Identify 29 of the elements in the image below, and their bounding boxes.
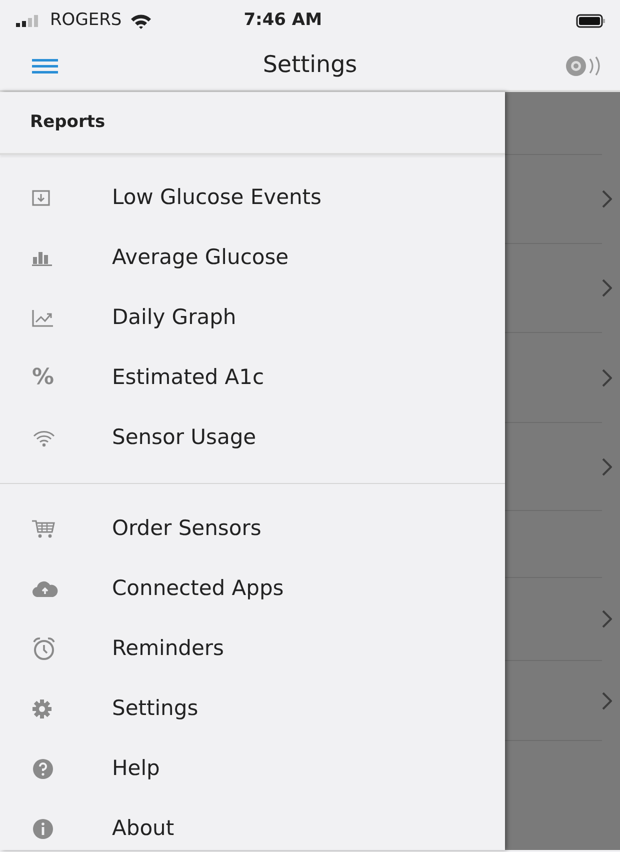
menu-icon[interactable] bbox=[32, 57, 58, 75]
menu-item[interactable]: Average Glucose bbox=[0, 228, 505, 288]
cart-icon bbox=[32, 520, 56, 538]
menu-item[interactable]: Connected Apps bbox=[0, 559, 505, 619]
percent-icon: % bbox=[32, 367, 54, 389]
info-icon bbox=[32, 818, 54, 840]
battery-icon bbox=[576, 14, 606, 28]
settings-icon bbox=[32, 699, 52, 719]
menu-item[interactable]: Order Sensors bbox=[0, 499, 505, 559]
menu-item[interactable]: Sensor Usage bbox=[0, 408, 505, 468]
menu-item[interactable]: About bbox=[0, 799, 505, 852]
menu-item[interactable]: % Estimated A1c bbox=[0, 348, 505, 408]
download-icon bbox=[32, 190, 50, 206]
menu-item[interactable]: Help bbox=[0, 739, 505, 799]
menu-item[interactable]: Low Glucose Events bbox=[0, 168, 505, 228]
help-icon bbox=[32, 758, 54, 780]
menu-item[interactable]: Daily Graph bbox=[0, 288, 505, 348]
menu-item[interactable]: Reminders bbox=[0, 619, 505, 679]
menu-item[interactable]: Settings bbox=[0, 679, 505, 739]
screen-title: Settings bbox=[262, 51, 358, 80]
section-header: Reports bbox=[30, 110, 106, 134]
bar-chart-icon bbox=[32, 250, 52, 266]
line-chart-icon bbox=[32, 309, 54, 327]
cloud-upload-icon bbox=[32, 581, 58, 597]
alarm-clock-icon bbox=[32, 637, 56, 661]
carrier-name: ROGERS bbox=[50, 9, 122, 32]
wifi-icon bbox=[32, 429, 56, 447]
clock-time: 7:46 AM bbox=[244, 9, 322, 32]
wifi-icon bbox=[130, 13, 152, 29]
